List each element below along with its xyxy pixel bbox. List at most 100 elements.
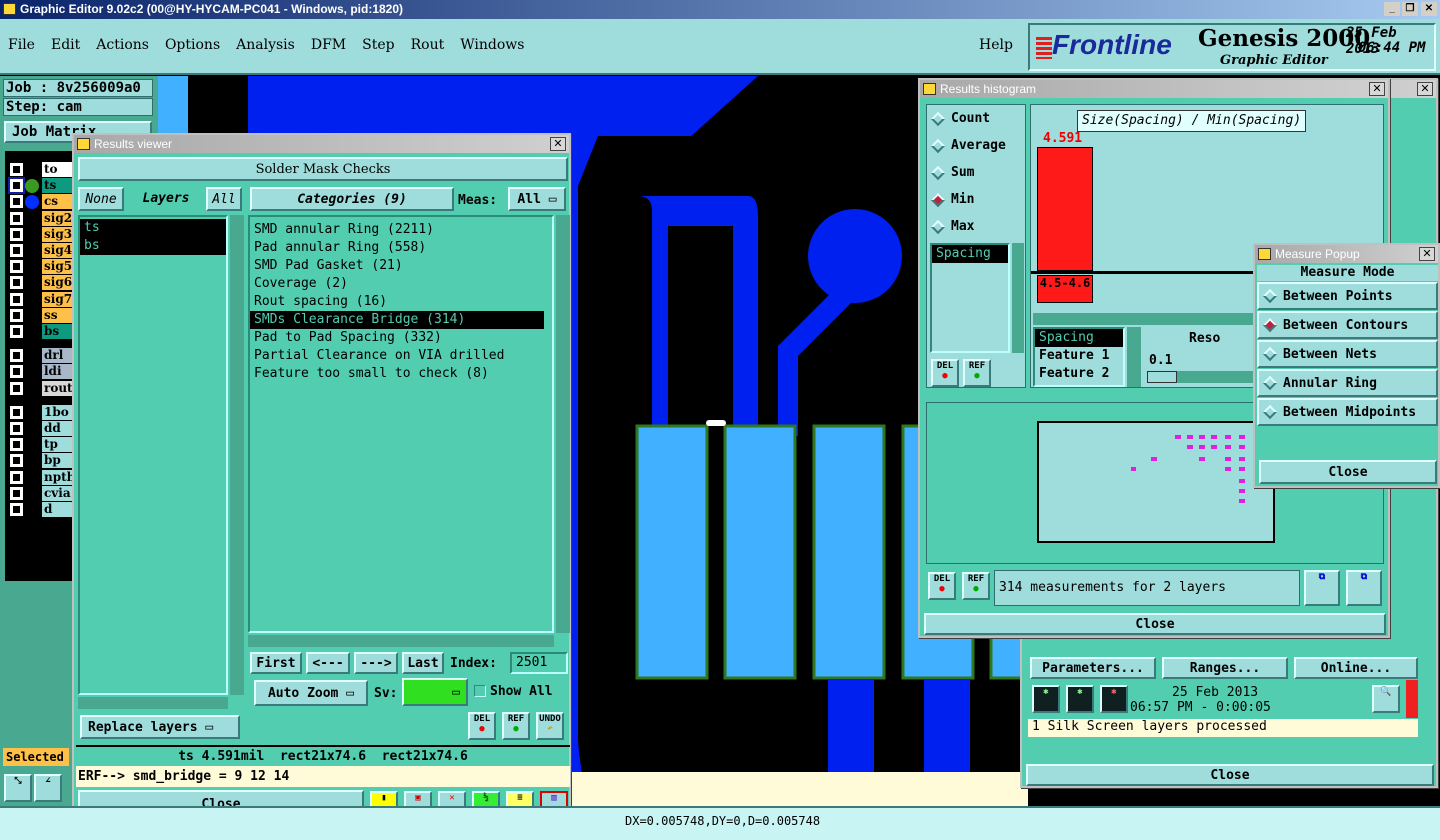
category-item[interactable]: Pad to Pad Spacing (332) [250, 329, 544, 347]
menu-edit[interactable]: Edit [51, 37, 80, 53]
layer-checkbox[interactable] [10, 381, 23, 395]
field-scrollbar[interactable] [1127, 327, 1141, 387]
menu-analysis[interactable]: Analysis [236, 37, 295, 53]
results-viewer-close-icon[interactable]: ✕ [550, 137, 566, 151]
layer-checkbox[interactable] [10, 365, 23, 379]
measure-popup-close-icon[interactable]: ✕ [1419, 247, 1435, 261]
ranges-button[interactable]: Ranges... [1162, 657, 1288, 679]
import-icon[interactable]: ⧉ [1346, 570, 1382, 606]
layer-checkbox[interactable] [10, 486, 23, 500]
categories-vscroll[interactable] [556, 215, 570, 633]
layer-name[interactable]: ldi [42, 364, 76, 380]
categories-hscroll[interactable] [248, 635, 554, 647]
field-item[interactable]: Feature 2 [1035, 365, 1123, 383]
layer-name[interactable]: sig4 [42, 243, 76, 258]
ref-button[interactable]: REF ● [502, 712, 530, 740]
all-button[interactable]: All [206, 187, 242, 211]
layer-name[interactable]: sig7 [42, 291, 76, 307]
layer-name[interactable]: cvia [42, 485, 76, 501]
mode-sum[interactable]: Sum [927, 159, 1025, 186]
stop-icon[interactable]: ✱ [1100, 685, 1128, 713]
first-button[interactable]: First [250, 652, 302, 674]
layers-hscroll[interactable] [78, 697, 228, 709]
layer-name[interactable]: bs [42, 324, 76, 339]
histogram-close-icon[interactable]: ✕ [1369, 82, 1385, 96]
back-window-close-icon[interactable]: ✕ [1417, 82, 1433, 96]
mode-max[interactable]: Max [927, 213, 1025, 240]
layer-checkbox[interactable] [10, 349, 23, 363]
layer-name[interactable]: sig2 [42, 210, 76, 226]
layer-checkbox[interactable] [10, 308, 23, 322]
prev-button[interactable]: <--- [306, 652, 350, 674]
hist-del-button[interactable]: DEL ● [931, 359, 959, 387]
menu-windows[interactable]: Windows [460, 37, 524, 53]
layer-checkbox[interactable] [10, 405, 23, 419]
restore-button[interactable]: ❐ [1402, 2, 1418, 16]
run-icon[interactable]: ✱ [1032, 685, 1060, 713]
menu-options[interactable]: Options [165, 37, 220, 53]
measure-mode-annular-ring[interactable]: Annular Ring [1257, 369, 1438, 397]
category-item[interactable]: SMDs Clearance Bridge (314) [250, 311, 544, 329]
category-item[interactable]: SMD Pad Gasket (21) [250, 257, 544, 275]
del-button[interactable]: DEL ● [468, 712, 496, 740]
layer-name[interactable]: bp [42, 453, 76, 469]
layer-checkbox[interactable] [10, 276, 23, 290]
layer-checkbox[interactable] [10, 260, 23, 274]
layer-item[interactable]: ts [80, 219, 226, 237]
layer-name[interactable]: tp [42, 437, 76, 453]
layer-checkbox[interactable] [10, 211, 23, 225]
minimize-button[interactable]: _ [1384, 2, 1400, 16]
menu-dfm[interactable]: DFM [311, 37, 346, 53]
measure-icon[interactable]: ∠ [34, 774, 62, 802]
layer-name[interactable]: sig3 [42, 226, 76, 242]
mode-average[interactable]: Average [927, 132, 1025, 159]
measurement-map[interactable] [1037, 421, 1275, 543]
measure-mode-between-points[interactable]: Between Points [1257, 282, 1438, 310]
layer-name[interactable]: ts [42, 178, 76, 194]
layer-checkbox[interactable] [10, 438, 23, 452]
category-item[interactable]: Pad annular Ring (558) [250, 239, 544, 257]
none-button[interactable]: None [78, 187, 124, 211]
summary-ref-button[interactable]: REF ● [962, 572, 990, 600]
measure-mode-between-nets[interactable]: Between Nets [1257, 340, 1438, 368]
layer-checkbox[interactable] [10, 422, 23, 435]
layer-name[interactable]: 1bo [42, 404, 76, 420]
layer-checkbox[interactable] [10, 454, 23, 468]
category-item[interactable]: Coverage (2) [250, 275, 544, 293]
layer-checkbox[interactable] [10, 244, 23, 257]
close-button[interactable]: ✕ [1421, 2, 1437, 16]
parameters-button[interactable]: Parameters... [1030, 657, 1156, 679]
category-item[interactable]: Partial Clearance on VIA drilled [250, 347, 544, 365]
layer-name[interactable]: to [42, 162, 76, 177]
measure-mode-between-contours[interactable]: Between Contours [1257, 311, 1438, 339]
layer-item[interactable]: bs [80, 237, 226, 255]
mode-count[interactable]: Count [927, 105, 1025, 132]
online-button[interactable]: Online... [1294, 657, 1418, 679]
index-input[interactable]: 2501 [510, 652, 568, 674]
histogram-close-button[interactable]: Close [924, 613, 1386, 635]
meas-dropdown[interactable]: All ▭ [508, 187, 566, 211]
layer-name[interactable]: cs [42, 194, 76, 210]
layer-name[interactable]: drl [42, 348, 76, 364]
histogram-bar[interactable] [1037, 147, 1093, 271]
menu-rout[interactable]: Rout [411, 37, 445, 53]
layer-name[interactable]: npth [42, 469, 76, 485]
measure-close-button[interactable]: Close [1259, 460, 1437, 484]
menu-help[interactable]: Help [979, 37, 1013, 53]
category-item[interactable]: SMD annular Ring (2211) [250, 221, 544, 239]
layers-list[interactable]: ts bs [78, 215, 228, 695]
layer-checkbox[interactable] [10, 227, 23, 241]
run-step-icon[interactable]: ✱ [1066, 685, 1094, 713]
category-item[interactable]: Rout spacing (16) [250, 293, 544, 311]
last-button[interactable]: Last [402, 652, 444, 674]
summary-del-button[interactable]: DEL ● [928, 572, 956, 600]
categories-list[interactable]: SMD annular Ring (2211) Pad annular Ring … [248, 215, 554, 633]
export-icon[interactable]: ⧉ [1304, 570, 1340, 606]
menu-actions[interactable]: Actions [96, 37, 149, 53]
snap-icon[interactable]: ⤡ [4, 774, 32, 802]
layer-checkbox[interactable] [10, 195, 23, 209]
layers-vscroll[interactable] [230, 215, 244, 695]
hist-ref-button[interactable]: REF ● [963, 359, 991, 387]
field-item[interactable]: Spacing [1035, 329, 1123, 347]
menu-step[interactable]: Step [362, 37, 394, 53]
